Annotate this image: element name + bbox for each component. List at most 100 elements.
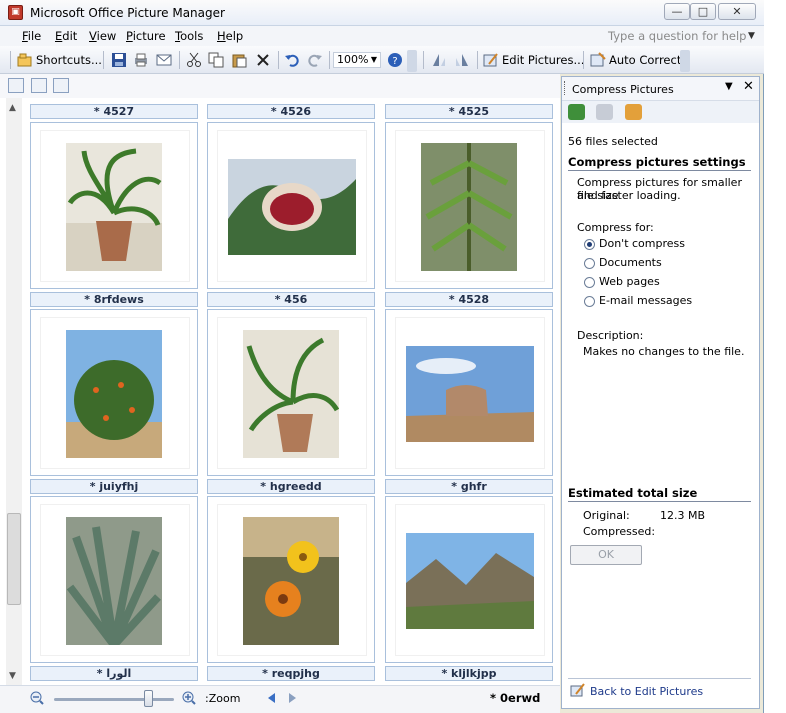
title-bar: ▣ Microsoft Office Picture Manager — □ ✕ [0,0,764,26]
print-icon[interactable] [133,52,149,68]
scroll-up-icon[interactable]: ▲ [9,103,16,113]
thumbnail-orange-tree[interactable] [30,309,198,476]
thumbnail-caption: * kljlkjpp [385,666,553,681]
edit-pictures-icon [483,53,498,67]
toolbar-overflow-button[interactable] [680,50,690,72]
thumbnail-pomegranate[interactable] [207,122,375,289]
auto-correct-button[interactable]: Auto Correct [609,51,681,69]
paste-icon[interactable] [231,52,247,68]
shortcuts-icon [17,53,32,67]
cut-icon[interactable] [186,52,202,68]
zoom-out-icon[interactable] [30,691,44,705]
menu-file-label: ile [27,29,42,43]
thumbnail-caption: * 8rfdews [30,292,198,307]
thumbnail-fern-pot[interactable] [30,122,198,289]
vertical-scrollbar[interactable]: ▲ ▼ [6,98,22,685]
zoom-dropdown-icon[interactable]: ▼ [371,53,377,67]
pane-close-icon[interactable]: ✕ [743,79,754,94]
menu-tools[interactable]: Tools [175,29,203,43]
pane-header: Compress Pictures ▼ ✕ [562,77,759,101]
rotate-right-icon[interactable] [454,52,470,68]
toolbar-grip [10,51,11,69]
thumbnail-aloe[interactable] [30,496,198,663]
forward-nav-icon[interactable] [596,104,613,120]
menu-tools-label: ools [180,29,204,43]
thumbnail-fern-corner[interactable] [207,309,375,476]
thumbnail-valley[interactable] [385,496,553,663]
menu-edit[interactable]: Edit [55,29,77,43]
close-button[interactable]: ✕ [718,3,756,20]
thumbnail-ruins[interactable] [385,309,553,476]
thumbnail-view-icon[interactable] [8,78,24,93]
menu-view[interactable]: View [89,29,116,43]
shortcuts-button[interactable]: Shortcuts... [36,51,102,69]
edit-pictures-button[interactable]: Edit Pictures... [502,51,584,69]
help-search-placeholder: Type a question for help [608,29,747,43]
settings-description-line2: and faster loading. [577,189,681,202]
copy-icon[interactable] [208,52,224,68]
minimize-button[interactable]: — [664,3,690,20]
back-nav-icon[interactable] [568,104,585,120]
thumbnail-flowers[interactable] [207,496,375,663]
back-to-edit-pictures-link[interactable]: Back to Edit Pictures [590,685,703,698]
ok-button[interactable]: OK [570,545,642,565]
redo-icon[interactable] [307,52,323,68]
flowers-photo [243,517,339,645]
view-mode-bar [0,74,560,98]
help-dropdown-icon[interactable]: ▼ [748,28,755,44]
photo-frame [218,505,366,655]
option-web-pages-label: Web pages [599,275,660,288]
toolbar: Shortcuts... 100% ▼ ? Edit Pictures... A… [0,46,764,74]
menu-help[interactable]: Help [217,29,243,43]
thumbnail-grid: ▲ ▼ * 4527 * 4526 * 4525 * 8rfdews * 456… [0,98,560,685]
menu-picture-mnemonic: P [126,29,133,43]
photo-frame [41,131,189,281]
delete-icon[interactable] [255,52,271,68]
zoom-select[interactable]: 100% ▼ [333,52,381,68]
pane-grip[interactable] [564,81,566,95]
pomegranate-photo [228,159,356,255]
mail-picture-icon[interactable] [156,52,172,68]
filmstrip-view-icon[interactable] [31,78,47,93]
thumbnail-caption: * ghfr [385,479,553,494]
menu-bar: File Edit View Picture Tools Help Type a… [0,26,764,46]
radio-dont-compress[interactable] [584,239,595,250]
next-picture-icon[interactable] [288,692,298,704]
single-picture-view-icon[interactable] [53,78,69,93]
radio-documents[interactable] [584,258,595,269]
thumbnail-caption: * hgreedd [207,479,375,494]
undo-icon[interactable] [284,52,300,68]
toolbar-separator [103,51,104,69]
menu-picture[interactable]: Picture [126,29,166,43]
toolbar-overflow-button[interactable] [407,50,417,72]
svg-text:?: ? [392,56,397,67]
thumbnail-caption: * juiyfhj [30,479,198,494]
radio-web-pages[interactable] [584,277,595,288]
radio-email-messages[interactable] [584,296,595,307]
scroll-thumb[interactable] [7,513,21,605]
menu-view-label: iew [96,29,117,43]
menu-edit-label: dit [62,29,78,43]
photo-frame [218,131,366,281]
pane-title: Compress Pictures [572,83,674,96]
scroll-down-icon[interactable]: ▼ [9,671,16,681]
home-nav-icon[interactable] [625,104,642,120]
previous-picture-icon[interactable] [266,692,276,704]
rotate-left-icon[interactable] [431,52,447,68]
thumbnail-tree-branch[interactable] [385,122,553,289]
zoom-slider-thumb[interactable] [143,690,153,707]
toolbar-separator [179,51,180,69]
toolbar-separator [477,51,478,69]
pane-menu-icon[interactable]: ▼ [725,81,733,92]
save-icon[interactable] [111,52,127,68]
zoom-slider-track[interactable] [54,698,174,701]
help-search-input[interactable]: Type a question for help ▼ [608,28,758,44]
maximize-button[interactable]: □ [690,3,716,20]
zoom-in-icon[interactable] [182,691,196,705]
fern-pot-photo [66,143,162,271]
picture-manager-window: ▣ Microsoft Office Picture Manager — □ ✕… [0,0,764,713]
help-icon[interactable]: ? [387,52,403,68]
thumbnail-caption: * 4526 [207,104,375,119]
toolbar-grip [423,51,424,69]
menu-file[interactable]: File [22,29,41,43]
